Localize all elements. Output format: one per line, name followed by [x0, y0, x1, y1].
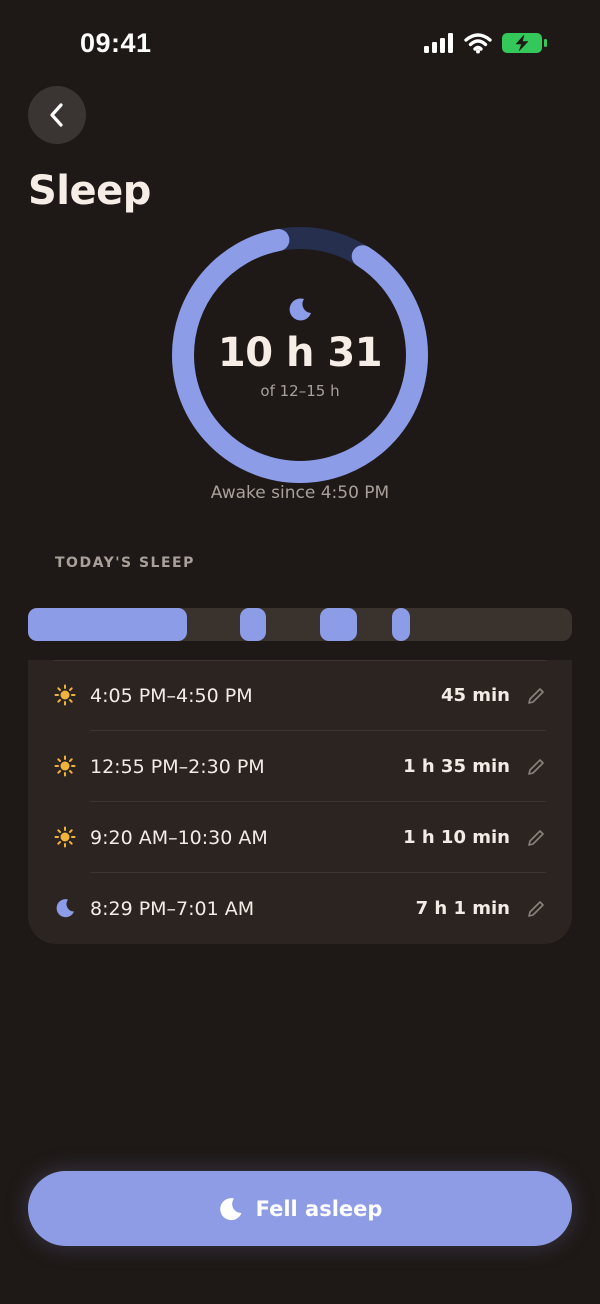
list-item[interactable]: 8:29 PM–7:01 AM 7 h 1 min: [28, 873, 572, 944]
session-time: 12:55 PM–2:30 PM: [90, 755, 265, 778]
session-duration: 7 h 1 min: [415, 898, 510, 919]
fell-asleep-label: Fell asleep: [255, 1196, 383, 1221]
sun-icon: [54, 684, 76, 706]
status-icons: [424, 32, 548, 54]
list-item[interactable]: 4:05 PM–4:50 PM 45 min: [28, 660, 572, 731]
moon-icon: [289, 298, 311, 321]
sleep-sessions-list: 4:05 PM–4:50 PM 45 min 12:55 PM–2:30 PM …: [28, 660, 572, 944]
timeline-segment-nap-1[interactable]: [240, 608, 266, 641]
moon-icon: [56, 899, 74, 918]
pencil-icon[interactable]: [526, 686, 546, 706]
sun-icon: [54, 826, 76, 848]
session-time: 9:20 AM–10:30 AM: [90, 826, 268, 849]
list-item[interactable]: 12:55 PM–2:30 PM 1 h 35 min: [28, 731, 572, 802]
ring-center: 10 h 31 of 12–15 h: [171, 226, 429, 484]
fell-asleep-button[interactable]: Fell asleep: [28, 1171, 572, 1246]
pencil-icon[interactable]: [526, 899, 546, 919]
session-duration: 1 h 35 min: [403, 756, 510, 777]
section-label: TODAY'S SLEEP: [55, 555, 195, 571]
sleep-screen: 09:41 Sleep 10 h 31 of 12–15 h Awake sin…: [0, 0, 600, 1304]
status-time: 09:41: [80, 28, 152, 58]
chevron-left-icon: [50, 103, 63, 127]
sleep-timeline: [28, 608, 572, 641]
timeline-segment-nap-3[interactable]: [392, 608, 410, 641]
page-title: Sleep: [28, 168, 151, 214]
list-item[interactable]: 9:20 AM–10:30 AM 1 h 10 min: [28, 802, 572, 873]
moon-icon: [219, 1197, 242, 1220]
battery-charging-icon: [502, 33, 547, 53]
signal-icon: [424, 33, 453, 53]
timeline-segment-night[interactable]: [28, 608, 187, 641]
session-duration: 45 min: [440, 685, 510, 706]
sun-icon: [54, 755, 76, 777]
session-time: 8:29 PM–7:01 AM: [90, 897, 255, 920]
pencil-icon[interactable]: [526, 828, 546, 848]
sleep-goal-text: of 12–15 h: [260, 382, 340, 400]
wifi-icon: [464, 33, 492, 54]
session-duration: 1 h 10 min: [403, 827, 510, 848]
sleep-progress-ring: 10 h 31 of 12–15 h: [171, 226, 429, 484]
total-sleep-value: 10 h 31: [217, 330, 383, 376]
session-time: 4:05 PM–4:50 PM: [90, 684, 253, 707]
pencil-icon[interactable]: [526, 757, 546, 777]
timeline-segment-nap-2[interactable]: [320, 608, 357, 641]
awake-since-text: Awake since 4:50 PM: [210, 483, 390, 503]
back-button[interactable]: [28, 86, 86, 144]
